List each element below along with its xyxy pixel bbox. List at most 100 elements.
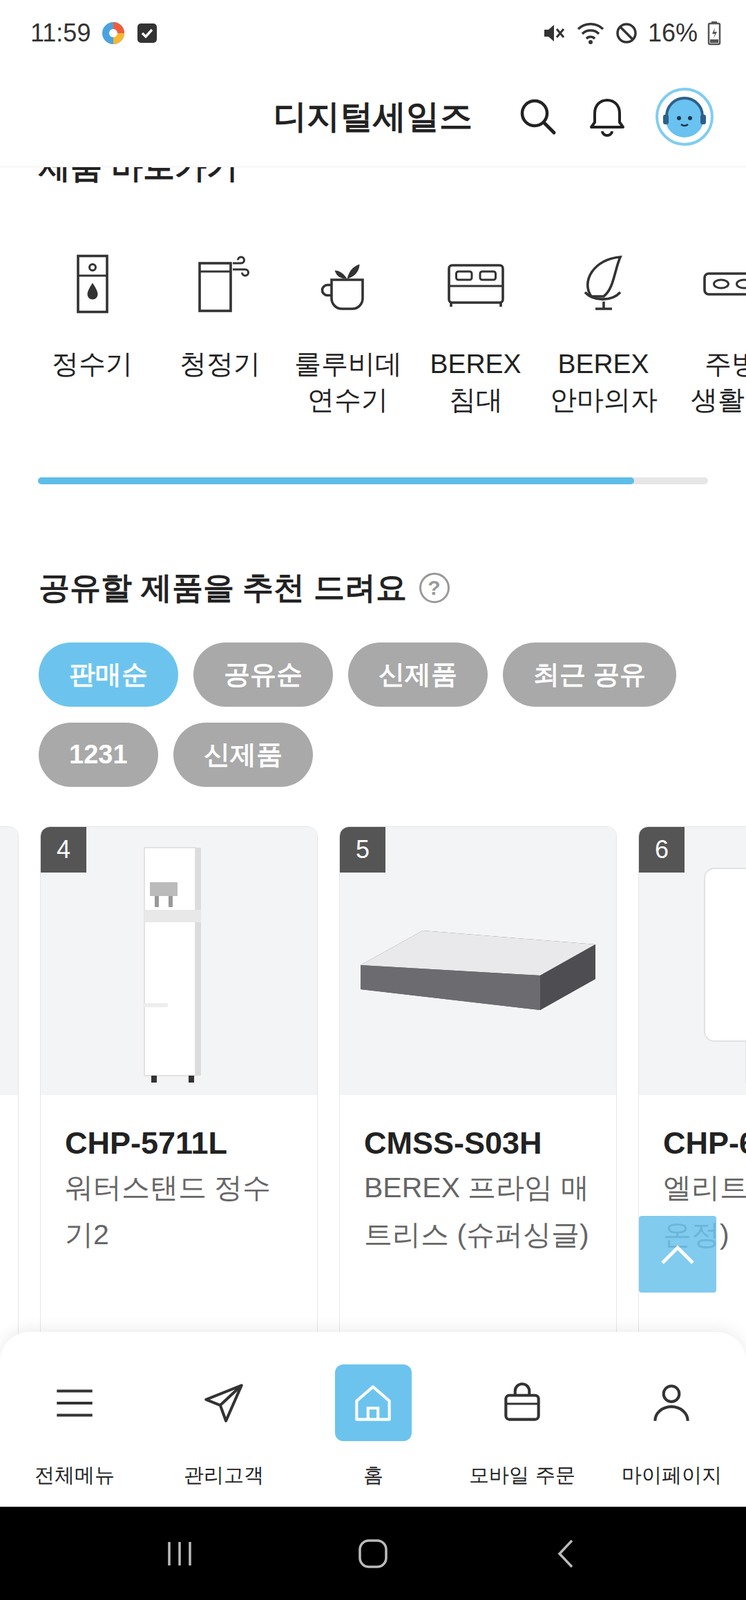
category-item[interactable]: 주방 생활가: [667, 250, 746, 418]
battery-text: 16%: [647, 18, 698, 48]
product-model: CHP-6: [638, 1094, 746, 1164]
category-icon: [187, 250, 254, 318]
product-card[interactable]: 6CHP-6엘리트온정): [638, 826, 746, 1379]
recommend-heading: 공유할 제품을 추천 드려요?: [38, 567, 746, 609]
nav-icon-box: [185, 1364, 263, 1441]
nav-label: 전체메뉴: [34, 1461, 115, 1490]
nav-icon-box: [633, 1364, 711, 1441]
help-icon[interactable]: ?: [419, 572, 450, 604]
home-icon[interactable]: [355, 1536, 391, 1571]
nav-item[interactable]: 홈: [298, 1331, 448, 1507]
category-heading: 제품 바로가기: [38, 167, 746, 186]
scroll-top-button[interactable]: [638, 1215, 717, 1293]
sort-chips: 판매순공유순신제품최근 공유1231신제품: [38, 642, 719, 787]
chip-label: 신제품: [203, 737, 283, 773]
status-bar: 11:59 16%: [0, 0, 746, 67]
header-icons: [472, 87, 746, 147]
sort-chip[interactable]: 판매순: [38, 642, 179, 707]
rank-badge: 5: [339, 826, 386, 873]
product-name-line: BEREX 프라임 매: [364, 1163, 617, 1211]
category-icon: [698, 250, 746, 318]
product-carousel: 4 CHP-5711L워터스탠드 정수기2 5 CMSS-S03HBEREX 프라임 …: [0, 826, 746, 1379]
nav-icon: [497, 1378, 548, 1428]
product-model: CMSS-S03H: [339, 1094, 617, 1164]
nav-icon: [646, 1378, 697, 1428]
category-item[interactable]: 정수기: [28, 250, 157, 418]
app-icon: [100, 20, 127, 47]
product-name: BEREX 프라임 매트리스 (슈퍼싱글): [339, 1163, 617, 1258]
search-icon[interactable]: [516, 95, 560, 139]
nav-icon-box: [36, 1364, 114, 1441]
product-name-line: 워터스탠드 정수: [64, 1163, 318, 1211]
sort-chip[interactable]: 공유순: [193, 642, 333, 707]
chip-label: 신제품: [378, 656, 458, 693]
nav-item[interactable]: 모바일 주문: [447, 1331, 597, 1507]
chip-label: 최근 공유: [533, 656, 646, 693]
category-icon: [314, 250, 382, 318]
rank-badge: 4: [40, 826, 87, 873]
nav-label: 관리고객: [183, 1461, 264, 1490]
nav-icon-box: [335, 1364, 412, 1441]
product-image: [0, 826, 18, 1095]
recommend-title: 공유할 제품을 추천 드려요: [38, 567, 407, 609]
system-nav-bar: [0, 1506, 746, 1600]
chip-label: 판매순: [69, 656, 148, 693]
category-list: 정수기청정기룰루비데 연수기BEREX 침대BEREX 안마의자주방 생활가: [0, 250, 746, 418]
product-name-line: 엘리트: [663, 1163, 746, 1211]
product-card[interactable]: 5 CMSS-S03HBEREX 프라임 매트리스 (슈퍼싱글): [339, 826, 617, 1379]
category-icon: [59, 250, 126, 318]
recents-icon[interactable]: [162, 1536, 197, 1571]
category-item[interactable]: 청정기: [156, 250, 284, 418]
category-scroll-track: [37, 477, 709, 485]
chevron-up-icon: [658, 1240, 697, 1269]
product-name-line: 기2: [64, 1210, 318, 1258]
check-icon: [136, 22, 159, 45]
nav-item[interactable]: 전체메뉴: [0, 1331, 150, 1507]
nav-label: 모바일 주문: [469, 1461, 575, 1490]
category-item[interactable]: 룰루비데 연수기: [283, 250, 412, 418]
product-name-line: 트리스 (슈퍼싱글): [364, 1210, 617, 1258]
product-card[interactable]: 4 CHP-5711L워터스탠드 정수기2: [40, 826, 318, 1379]
category-icon: [442, 250, 510, 318]
mute-icon: [541, 20, 567, 46]
status-left: 11:59: [30, 18, 159, 48]
status-time: 11:59: [30, 18, 91, 48]
status-right: 16%: [541, 18, 722, 48]
category-item[interactable]: BEREX 침대: [411, 250, 540, 418]
chip-label: 공유순: [223, 656, 303, 693]
nav-icon: [198, 1378, 249, 1428]
category-icon: [570, 250, 637, 318]
nav-label: 홈: [363, 1461, 384, 1490]
nav-item[interactable]: 관리고객: [149, 1331, 299, 1507]
app-title[interactable]: 디지털세일즈: [273, 94, 473, 139]
battery-icon: [707, 20, 722, 46]
chip-label: 1231: [69, 739, 128, 770]
back-icon[interactable]: [549, 1536, 584, 1571]
nav-label: 마이페이지: [621, 1461, 722, 1490]
category-item[interactable]: BEREX 안마의자: [539, 250, 668, 418]
category-label: BEREX 안마의자: [539, 346, 668, 418]
product-model: CHP-5711L: [40, 1094, 318, 1164]
sort-chip[interactable]: 1231: [38, 722, 159, 787]
nav-icon: [348, 1378, 398, 1428]
sort-chip[interactable]: 신제품: [173, 722, 313, 787]
sort-chip[interactable]: 신제품: [348, 642, 488, 707]
nav-icon-box: [484, 1364, 561, 1441]
category-label: 주방 생활가: [667, 346, 746, 418]
category-label: 룰루비데 연수기: [283, 346, 412, 418]
rank-badge: 6: [638, 826, 685, 873]
product-card[interactable]: [0, 826, 19, 1379]
nav-icon: [49, 1378, 100, 1428]
bell-icon[interactable]: [585, 95, 629, 139]
wifi-icon: [576, 20, 606, 46]
bottom-nav: 전체메뉴 관리고객 홈 모바일 주문 마이페이지: [0, 1331, 746, 1507]
category-label: 정수기: [28, 346, 157, 382]
block-icon: [614, 21, 639, 45]
sort-chip[interactable]: 최근 공유: [502, 642, 677, 707]
avatar-icon[interactable]: [654, 87, 715, 147]
category-label: 청정기: [156, 346, 284, 382]
nav-item[interactable]: 마이페이지: [596, 1331, 746, 1507]
category-label: BEREX 침대: [411, 346, 540, 418]
product-name: 워터스탠드 정수기2: [40, 1163, 318, 1258]
app-header: 디지털세일즈: [0, 66, 746, 168]
